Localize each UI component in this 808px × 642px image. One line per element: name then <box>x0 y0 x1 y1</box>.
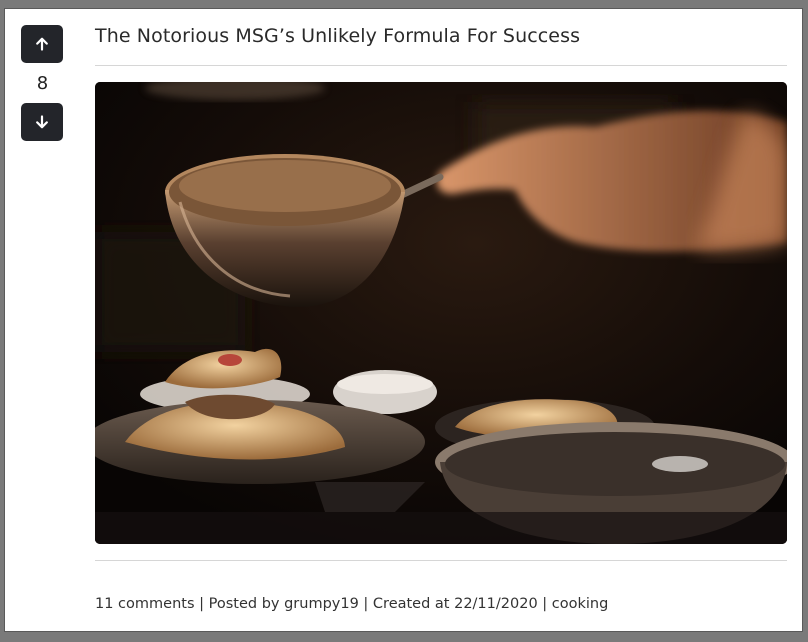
vote-score: 8 <box>36 72 49 94</box>
meta-separator: | <box>537 596 552 612</box>
vote-controls: 8 <box>21 25 64 141</box>
meta-separator: | <box>194 596 209 612</box>
post-title[interactable]: The Notorious MSG’s Unlikely Formula For… <box>95 25 580 47</box>
created-at: Created at 22/11/2020 <box>372 596 538 612</box>
divider <box>95 65 787 66</box>
arrow-down-icon <box>36 115 48 129</box>
post-meta: 11 comments | Posted by grumpy19 | Creat… <box>95 596 608 612</box>
chef-pouring-sauce-photo <box>95 82 787 544</box>
divider <box>95 560 787 561</box>
post-card: 8 The Notorious MSG’s Unlikely Formula F… <box>4 8 803 632</box>
arrow-up-icon <box>36 37 48 51</box>
downvote-button[interactable] <box>21 103 63 141</box>
meta-separator: | <box>358 596 373 612</box>
posted-by[interactable]: Posted by grumpy19 <box>209 596 359 612</box>
comments-link[interactable]: 11 comments <box>95 596 195 612</box>
post-image <box>95 82 787 544</box>
category-link[interactable]: cooking <box>552 596 609 612</box>
upvote-button[interactable] <box>21 25 63 63</box>
